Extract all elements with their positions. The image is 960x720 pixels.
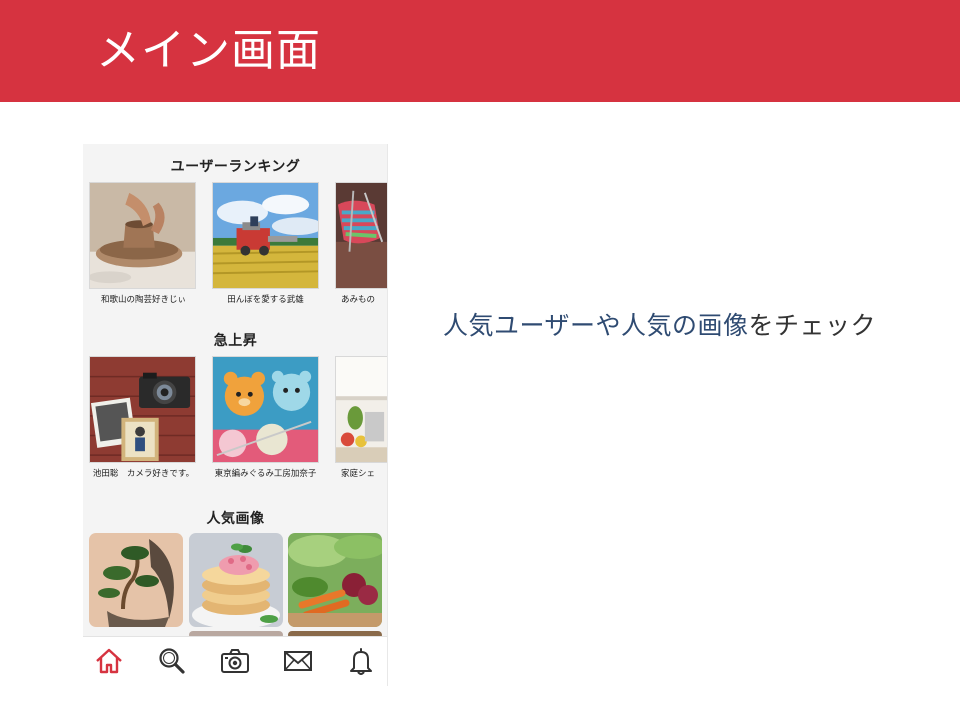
ranking-user-2-image[interactable] bbox=[212, 182, 319, 289]
tab-notifications[interactable] bbox=[345, 645, 377, 677]
rising-section-title: 急上昇 bbox=[213, 333, 258, 349]
ranking-user-3-image[interactable] bbox=[335, 182, 388, 289]
slide-caption: 人気ユーザーや人気の画像をチェック bbox=[443, 309, 876, 343]
popular-image-bonsai[interactable] bbox=[89, 533, 183, 627]
ranking-user-1-name[interactable]: 和歌山の陶芸好きじぃ bbox=[83, 293, 204, 305]
bell-icon bbox=[350, 648, 372, 675]
ranking-user-2-name[interactable]: 田んぼを愛する武雄 bbox=[205, 293, 326, 305]
popular-section-title: 人気画像 bbox=[206, 511, 265, 527]
tab-home[interactable] bbox=[93, 645, 125, 677]
rising-user-3-image[interactable] bbox=[335, 356, 388, 463]
popular-image-vegetables[interactable] bbox=[288, 533, 382, 627]
rising-user-2-image[interactable] bbox=[212, 356, 319, 463]
caption-rest: をチェック bbox=[748, 311, 877, 340]
rising-user-1-image[interactable] bbox=[89, 356, 196, 463]
tab-camera[interactable] bbox=[219, 645, 251, 677]
bottom-tab-bar bbox=[83, 636, 388, 686]
rising-user-2-name[interactable]: 東京編みぐるみ工房加奈子 bbox=[205, 467, 326, 479]
camera-icon bbox=[221, 649, 249, 673]
mail-icon bbox=[284, 651, 312, 671]
search-icon bbox=[159, 648, 185, 674]
ranking-section-title: ユーザーランキング bbox=[170, 159, 301, 175]
tab-messages[interactable] bbox=[282, 645, 314, 677]
caption-highlight: 人気ユーザーや人気の画像 bbox=[443, 311, 749, 340]
phone-edge-divider bbox=[387, 144, 388, 686]
ranking-user-3-name[interactable]: あみもの bbox=[328, 293, 388, 305]
ranking-user-1-image[interactable] bbox=[89, 182, 196, 289]
rising-user-3-name[interactable]: 家庭シェ bbox=[328, 467, 388, 479]
tab-search[interactable] bbox=[156, 645, 188, 677]
rising-user-1-name[interactable]: 池田聡 カメラ好きです。 bbox=[83, 467, 204, 479]
slide-title: メイン画面 bbox=[96, 25, 321, 76]
phone-screen: ユーザーランキング 和歌山の陶芸好きじぃ 田んぼを愛する武雄 あみもの 急上昇 … bbox=[83, 144, 388, 686]
home-icon bbox=[96, 648, 122, 674]
popular-image-pancakes[interactable] bbox=[189, 533, 283, 627]
